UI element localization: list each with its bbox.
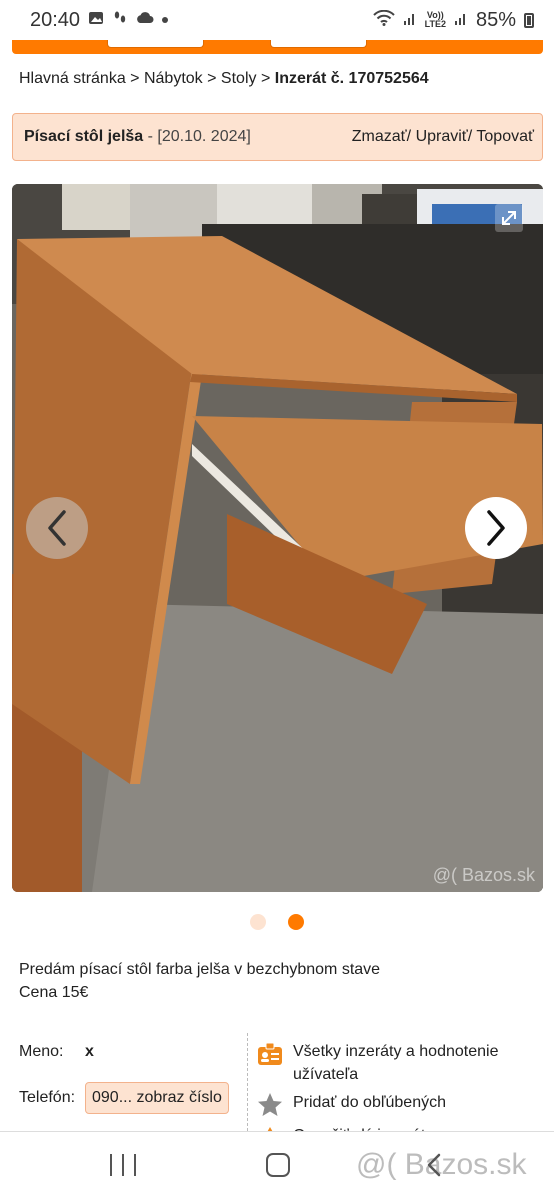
signal-icon (403, 10, 417, 31)
breadcrumb-current: Inzerát č. 170752564 (274, 70, 429, 87)
all-ads-link[interactable]: Všetky inzeráty a hodnotenie užívateľa (256, 1040, 533, 1086)
breadcrumb-stoly[interactable]: Stoly (221, 70, 257, 87)
gallery-next-button[interactable] (465, 497, 527, 559)
breadcrumb: Hlavná stránka > Nábytok > Stoly > Inzer… (19, 70, 429, 88)
listing-date-prefix: - (147, 128, 158, 145)
chevron-right-icon (487, 510, 505, 546)
breadcrumb-home[interactable]: Hlavná stránka (19, 70, 126, 87)
header-bar (12, 40, 543, 54)
seller-info: Meno: x Telefón: 090... zobraz číslo (19, 1040, 229, 1114)
chevron-left-icon (48, 510, 66, 546)
gallery-indicators (250, 914, 304, 930)
breadcrumb-separator: > (260, 70, 271, 87)
photo-watermark: @( Bazos.sk (432, 865, 535, 885)
status-right: Vo)) LTE2 85% (372, 8, 534, 32)
footsteps-icon (112, 10, 128, 31)
breadcrumb-nabytok[interactable]: Nábytok (144, 70, 203, 87)
gallery-prev-button[interactable] (26, 497, 88, 559)
breadcrumb-separator: > (130, 70, 140, 87)
id-card-icon (258, 1042, 282, 1065)
seller-phone-row: Telefón: 090... zobraz číslo (19, 1082, 229, 1114)
listing-description: Predám písací stôl farba jelša v bezchyb… (19, 958, 380, 1004)
status-time: 20:40 (30, 8, 81, 31)
show-phone-button[interactable]: 090... zobraz číslo (85, 1082, 229, 1114)
battery-icon (524, 12, 534, 28)
add-favorite-link[interactable]: Pridať do obľúbených (256, 1091, 533, 1119)
image-icon (88, 10, 104, 31)
battery-percent: 85% (475, 8, 516, 31)
add-favorite-label: Pridať do obľúbených (293, 1094, 446, 1111)
listing-title-box: Písací stôl jelša - [20.10. 2024] Zmazať… (12, 113, 543, 161)
back-chevron-icon (427, 1153, 441, 1177)
back-button[interactable] (423, 1152, 445, 1183)
fullscreen-icon[interactable] (493, 202, 525, 234)
listing-photo[interactable]: @( Bazos.sk (12, 184, 543, 892)
network-type: Vo)) LTE2 (425, 11, 446, 29)
network-bottom: LTE2 (424, 19, 446, 29)
header-tab-left[interactable] (107, 40, 204, 48)
recents-button[interactable] (110, 1154, 136, 1176)
notification-dot-icon (162, 17, 169, 23)
signal-icon-2 (454, 10, 468, 31)
wifi-icon (372, 9, 395, 31)
name-label: Meno: (19, 1043, 64, 1060)
cloud-icon (136, 11, 154, 30)
info-divider (247, 1033, 248, 1131)
status-bar: 20:40 Vo)) LTE2 85% (0, 0, 554, 40)
status-left: 20:40 (30, 8, 169, 32)
listing-title: Písací stôl jelša (24, 128, 144, 145)
gallery-dot-1[interactable] (250, 914, 266, 930)
breadcrumb-separator: > (207, 70, 217, 87)
home-button[interactable] (266, 1153, 290, 1177)
star-icon (258, 1093, 282, 1116)
listing-heading: Písací stôl jelša - [20.10. 2024] (24, 128, 251, 146)
listing-actions[interactable]: Zmazať/ Upraviť/ Topovať (352, 128, 534, 146)
phone-label: Telefón: (19, 1089, 76, 1106)
gallery-dot-2[interactable] (288, 914, 304, 930)
name-value: x (85, 1043, 94, 1060)
system-nav-bar: @( Bazos.sk (0, 1131, 554, 1200)
all-ads-label: Všetky inzeráty a hodnotenie užívateľa (293, 1043, 499, 1083)
listing-date: [20.10. 2024] (157, 128, 251, 145)
seller-name-row: Meno: x (19, 1040, 229, 1064)
description-price: Cena 15€ (19, 984, 89, 1001)
header-tab-right[interactable] (270, 40, 367, 48)
description-line: Predám písací stôl farba jelša v bezchyb… (19, 961, 381, 978)
desk-photo-image (12, 184, 543, 892)
